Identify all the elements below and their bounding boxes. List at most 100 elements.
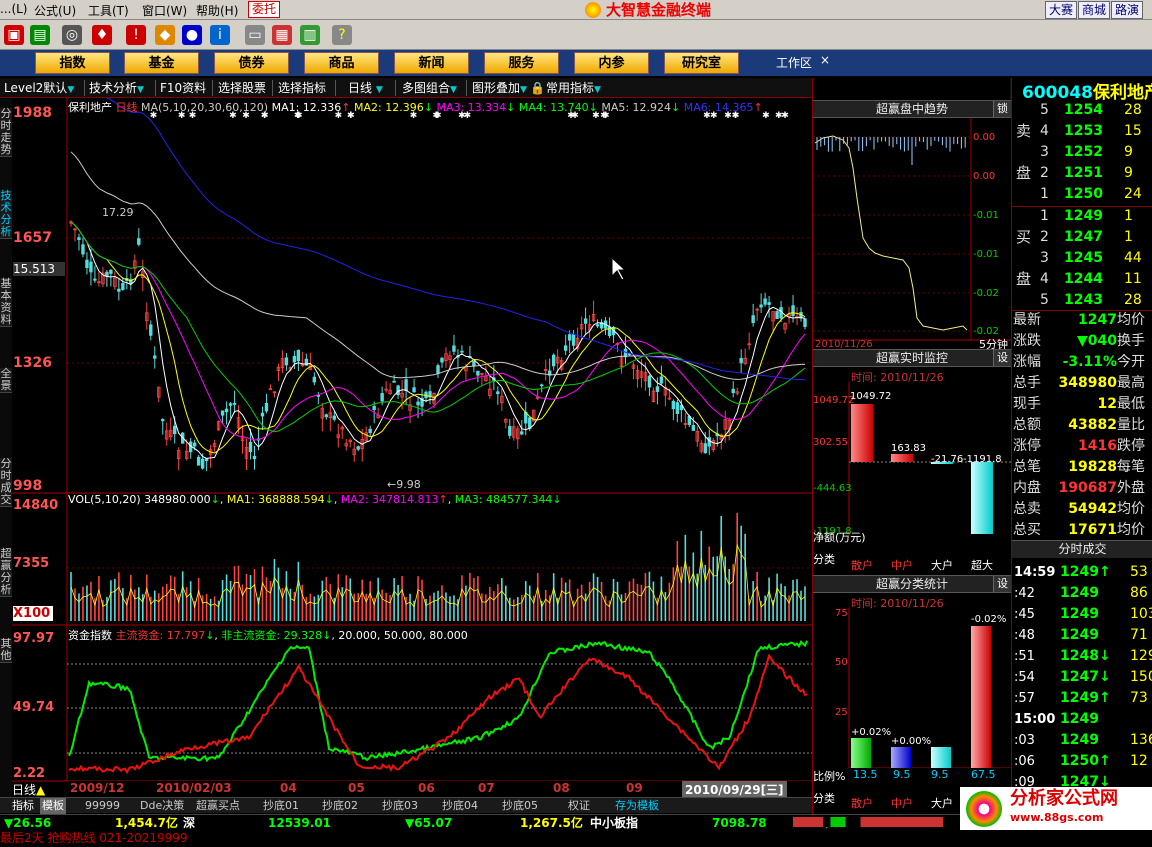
quote-stat-row: 总卖 54942 均价 xyxy=(1013,501,1145,517)
binoculars-icon[interactable]: ◎ xyxy=(62,25,82,45)
nav-service-button[interactable]: 服务 xyxy=(484,52,559,74)
tab-period[interactable]: 日线 ▼ xyxy=(348,78,383,98)
info-icon[interactable]: i xyxy=(210,25,230,45)
date-tick: 09 xyxy=(626,781,643,795)
buy-order-row: 1 1249 1 xyxy=(1040,208,1133,224)
nav-commodity-button[interactable]: 商品 xyxy=(304,52,379,74)
tab-level2-default[interactable]: Level2默认▼ xyxy=(4,78,74,98)
tab-99999[interactable]: 99999 xyxy=(85,798,120,814)
alert-icon[interactable]: ! xyxy=(126,25,146,45)
tab-warrant[interactable]: 权证 xyxy=(568,798,590,814)
fund-index-info-line: 资金指数 主流资金: 17.797↓, 非主流资金: 29.328↓, 20.0… xyxy=(68,629,468,642)
cat-retail: 散户 xyxy=(851,559,873,572)
menu-item-window[interactable]: 窗口(W) xyxy=(142,2,187,19)
monitor-unit: 净额(万元) xyxy=(813,531,866,544)
tab-bottom04[interactable]: 抄底04 xyxy=(442,798,478,814)
globe-icon[interactable]: ● xyxy=(182,25,202,45)
volume-info-line: VOL(5,10,20) 348980.000↓, MA1: 368888.59… xyxy=(68,493,562,506)
stat-settings-button[interactable]: 设 xyxy=(993,576,1011,592)
buy-order-row: 2 1247 1 xyxy=(1040,229,1133,245)
sme-label[interactable]: 中小板指 xyxy=(590,815,638,831)
contest-button[interactable]: 大赛 xyxy=(1045,1,1078,19)
workarea-label[interactable]: 工作区 xyxy=(776,54,812,71)
svg-text:2010/11/26: 2010/11/26 xyxy=(815,339,873,348)
tab-overlay[interactable]: 图形叠加▼ xyxy=(472,78,527,98)
date-tick: 04 xyxy=(280,781,297,795)
cat-retail: 散户 xyxy=(851,797,873,810)
low-mark-label: ←9.98 xyxy=(387,478,421,491)
vtab-basic[interactable]: 基本资料 xyxy=(0,278,12,327)
tab-common-indicators[interactable]: 常用指标▼ xyxy=(546,78,601,98)
price-axis-label: 1657 xyxy=(13,230,52,246)
vtab-tick[interactable]: 分时成交 xyxy=(0,458,12,507)
nav-insider-button[interactable]: 内参 xyxy=(574,52,649,74)
lock-icon[interactable]: 🔒 xyxy=(530,78,545,98)
sz-label[interactable]: 深 xyxy=(183,815,195,831)
tab-bottom02[interactable]: 抄底02 xyxy=(322,798,358,814)
menu-item-help[interactable]: 帮助(H) xyxy=(196,2,238,19)
nav-index-button[interactable]: 指数 xyxy=(35,52,110,74)
tab-technical[interactable]: 技术分析▼ xyxy=(89,78,144,98)
tab-indicators[interactable]: 指标 xyxy=(12,798,34,814)
workarea-close-icon[interactable]: × xyxy=(820,53,830,67)
vtab-other[interactable]: 其他 xyxy=(0,638,12,663)
ratio-large: 9.5 xyxy=(931,768,949,781)
tab-buy-point[interactable]: 超赢买点 xyxy=(196,798,240,814)
buy-order-row: 4 1244 11 xyxy=(1040,271,1142,287)
diamond-icon[interactable]: ◆ xyxy=(155,25,175,45)
vtab-analysis[interactable]: 超赢分析 xyxy=(0,548,12,597)
tick-row: :48 1249 71 xyxy=(1014,627,1148,643)
sell-order-row: 5 1254 28 xyxy=(1040,102,1142,118)
nav-fund-button[interactable]: 基金 xyxy=(124,52,199,74)
monitor-settings-button[interactable]: 设 xyxy=(993,350,1011,366)
nav-research-button[interactable]: 研究室 xyxy=(664,52,739,74)
menu-item-file[interactable]: ...(L) xyxy=(0,2,28,16)
nav-bond-button[interactable]: 债券 xyxy=(214,52,289,74)
market-breadth-bar xyxy=(793,817,943,827)
site-watermark: 分析家公式网 www.88gs.com xyxy=(960,787,1152,830)
vtab-intraday[interactable]: 分时走势 xyxy=(0,108,12,157)
layout-icon[interactable]: ▦ xyxy=(272,25,292,45)
svg-text:+0.02%: +0.02% xyxy=(851,727,891,738)
sell-order-row: 1 1250 24 xyxy=(1040,186,1142,202)
menu-item-formula[interactable]: 公式(U) xyxy=(34,2,76,19)
open-icon[interactable]: ▣ xyxy=(4,25,24,45)
roadshow-button[interactable]: 路演 xyxy=(1111,1,1144,19)
tab-multi-chart[interactable]: 多图组合▼ xyxy=(402,78,457,98)
svg-text:1049.72: 1049.72 xyxy=(850,391,891,402)
scrolling-ticker[interactable]: 最后2天 抢购热线 021-20219999 xyxy=(0,830,1152,847)
save-template-button[interactable]: 存为模板 xyxy=(615,798,659,814)
ratio-retail: 13.5 xyxy=(853,768,878,781)
kline-chart[interactable]: ✱ ✱✱✱ ✱ ✱✱ ✱✱ ✱✱✱ ✱✱✱ ✱✱ ✱ ✱✱ ✱✱✱ ✱✱ ✱✱ ✱ ✱ ✱ 17.29 ←9.… xyxy=(12,98,812,798)
svg-text:-444.63: -444.63 xyxy=(813,483,852,494)
tab-stock-select[interactable]: 选择股票 xyxy=(218,78,266,98)
tab-bottom01[interactable]: 抄底01 xyxy=(263,798,299,814)
help-cursor-icon[interactable]: ? xyxy=(332,25,352,45)
vtab-technical[interactable]: 技术分析 xyxy=(0,190,12,239)
lock-button[interactable]: 锁 xyxy=(993,101,1011,117)
quote-stat-row: 内盘 190687 外盘 xyxy=(1013,480,1145,496)
tab-dde[interactable]: Dde决策 xyxy=(140,798,184,814)
bars-icon[interactable]: ▤ xyxy=(30,25,50,45)
entrust-button[interactable]: 委托 xyxy=(248,1,281,18)
tab-f10[interactable]: F10资料 xyxy=(160,78,206,98)
tab-bottom05[interactable]: 抄底05 xyxy=(502,798,538,814)
vol-axis-label: 7355 xyxy=(13,556,50,571)
printer-icon[interactable]: ▭ xyxy=(245,25,265,45)
vtab-panorama[interactable]: 全景 xyxy=(0,368,12,393)
cat-medium: 中户 xyxy=(891,797,913,810)
stat-panel-title: 超赢分类统计设 xyxy=(813,575,1011,593)
svg-text:-1191.8: -1191.8 xyxy=(963,454,1002,465)
buy-order-row: 3 1245 44 xyxy=(1040,250,1142,266)
mall-button[interactable]: 商城 xyxy=(1078,1,1111,19)
tab-templates[interactable]: 模板 xyxy=(40,798,66,814)
nav-news-button[interactable]: 新闻 xyxy=(394,52,469,74)
books-icon[interactable]: ▥ xyxy=(300,25,320,45)
price-axis-high: 1988 xyxy=(13,105,52,121)
tab-bottom03[interactable]: 抄底03 xyxy=(382,798,418,814)
menu-item-tools[interactable]: 工具(T) xyxy=(88,2,129,19)
date-tick: 2010/02/03 xyxy=(156,781,232,795)
chart-icon[interactable]: ♦ xyxy=(92,25,112,45)
tab-indicator-select[interactable]: 选择指标 xyxy=(278,78,326,98)
quote-stat-row: 总笔 19828 每笔 xyxy=(1013,459,1145,475)
